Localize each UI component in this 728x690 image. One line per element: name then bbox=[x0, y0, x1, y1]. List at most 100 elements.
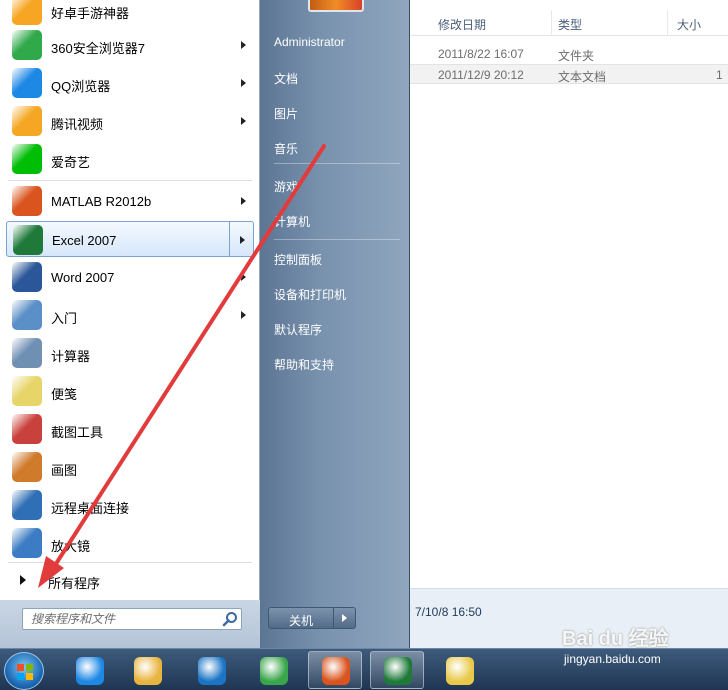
places-label: 文档 bbox=[274, 72, 299, 86]
places-label: 设备和打印机 bbox=[274, 288, 347, 302]
start-button[interactable] bbox=[4, 652, 44, 690]
program-item[interactable]: 放大镜 bbox=[6, 525, 254, 561]
row-type: 文件夹 bbox=[558, 49, 595, 63]
ie-icon bbox=[76, 657, 104, 685]
program-item[interactable]: 爱奇艺 bbox=[6, 141, 254, 177]
places-item[interactable]: 默认程序 bbox=[266, 313, 406, 343]
column-type[interactable]: 类型 bbox=[558, 16, 582, 33]
submenu-arrow-icon bbox=[241, 79, 246, 87]
taskbar-app-button[interactable] bbox=[120, 651, 174, 689]
program-item[interactable]: 360安全浏览器7 bbox=[6, 27, 254, 63]
submenu-arrow-icon bbox=[241, 311, 246, 319]
notepad-icon bbox=[446, 657, 474, 685]
program-item[interactable]: 计算器 bbox=[6, 335, 254, 371]
submenu-arrow-icon bbox=[241, 41, 246, 49]
row-date: 2011/12/9 20:12 bbox=[438, 68, 524, 82]
places-item[interactable]: 设备和打印机 bbox=[266, 278, 406, 308]
excel-icon bbox=[13, 225, 43, 255]
places-label: 游戏 bbox=[274, 180, 299, 194]
places-label: 音乐 bbox=[274, 142, 299, 156]
shutdown-options-button[interactable] bbox=[334, 607, 356, 629]
places-item[interactable]: 图片 bbox=[266, 97, 406, 127]
column-size[interactable]: 大小 bbox=[677, 16, 701, 33]
search-bar bbox=[0, 600, 260, 648]
matlab-icon bbox=[12, 186, 42, 216]
program-item[interactable]: 腾讯视频 bbox=[6, 103, 254, 139]
submenu-arrow-icon bbox=[241, 117, 246, 125]
kugou-icon bbox=[198, 657, 226, 685]
sticky-notes-icon bbox=[12, 376, 42, 406]
all-programs-label: 所有程序 bbox=[48, 576, 101, 591]
program-item[interactable]: 便笺 bbox=[6, 373, 254, 409]
file-explorer-icon bbox=[134, 657, 162, 685]
shutdown-button[interactable]: 关机 bbox=[268, 607, 334, 629]
qq-browser-icon bbox=[12, 68, 42, 98]
places-label: Administrator bbox=[274, 35, 345, 49]
taskbar-app-button[interactable] bbox=[62, 651, 116, 689]
places-pane: Administrator 文档图片音乐游戏计算机控制面板设备和打印机 默认程序帮助… bbox=[260, 0, 410, 648]
places-separator bbox=[274, 239, 400, 240]
program-label: 画图 bbox=[51, 463, 78, 478]
user-picture[interactable] bbox=[308, 0, 364, 12]
table-row[interactable]: 2011/12/9 20:12 文本文档 1 bbox=[405, 64, 728, 84]
places-item[interactable]: 音乐 bbox=[266, 132, 406, 162]
program-label: 好卓手游神器 bbox=[51, 6, 130, 21]
browser-360-icon bbox=[260, 657, 288, 685]
paint-icon bbox=[12, 452, 42, 482]
row-type: 文本文档 bbox=[558, 70, 607, 84]
places-item[interactable]: 控制面板 bbox=[266, 243, 406, 273]
submenu-arrow-icon bbox=[241, 273, 246, 281]
browser-360-icon bbox=[12, 30, 42, 60]
submenu-arrow-icon bbox=[241, 197, 246, 205]
program-label: Excel 2007 bbox=[52, 233, 117, 248]
places-item[interactable]: 游戏 bbox=[266, 170, 406, 200]
details-date: 7/10/8 16:50 bbox=[415, 605, 482, 619]
program-item[interactable]: QQ浏览器 bbox=[6, 65, 254, 101]
places-item[interactable]: 计算机 bbox=[266, 205, 406, 235]
taskbar-app-button[interactable] bbox=[370, 651, 424, 689]
program-label: 360安全浏览器7 bbox=[51, 41, 145, 56]
program-item[interactable]: 截图工具 bbox=[6, 411, 254, 447]
program-item[interactable]: 远程桌面连接 bbox=[6, 487, 254, 523]
places-item[interactable]: 帮助和支持 bbox=[266, 348, 406, 378]
program-item[interactable]: 入门 bbox=[6, 297, 254, 333]
places-label: 默认程序 bbox=[274, 323, 323, 337]
places-label: 帮助和支持 bbox=[274, 358, 335, 372]
programs-pane: 好卓手游神器 360安全浏览器7 QQ浏览器 腾讯视频 爱奇艺 MATLAB R2012b… bbox=[0, 0, 260, 600]
all-programs-button[interactable]: 所有程序 bbox=[6, 567, 254, 593]
program-item[interactable]: Word 2007 bbox=[6, 259, 254, 295]
snipping-tool-icon bbox=[12, 414, 42, 444]
program-item[interactable]: 好卓手游神器 bbox=[6, 0, 254, 28]
taskbar-app-button[interactable] bbox=[432, 651, 486, 689]
calculator-icon bbox=[12, 338, 42, 368]
program-item[interactable]: MATLAB R2012b bbox=[6, 183, 254, 219]
word-icon bbox=[12, 262, 42, 292]
search-icon[interactable] bbox=[222, 611, 238, 627]
explorer-window: 修改日期 类型 大小 2011/8/22 16:07 文件夹 2011/12/9… bbox=[405, 0, 728, 648]
places-label: 控制面板 bbox=[274, 253, 323, 267]
row-size: 1 bbox=[716, 68, 723, 82]
places-label: 图片 bbox=[274, 107, 299, 121]
program-item[interactable]: 画图 bbox=[6, 449, 254, 485]
getting-started-icon bbox=[12, 300, 42, 330]
shutdown-label: 关机 bbox=[288, 614, 313, 628]
program-label: 远程桌面连接 bbox=[51, 501, 130, 516]
places-item[interactable]: Administrator bbox=[266, 27, 406, 57]
taskbar-app-button[interactable] bbox=[184, 651, 238, 689]
submenu-arrow-icon bbox=[240, 236, 245, 244]
excel-icon bbox=[384, 657, 412, 685]
program-item[interactable]: Excel 2007 bbox=[6, 221, 254, 257]
places-item[interactable]: 文档 bbox=[266, 62, 406, 92]
iqiyi-icon bbox=[12, 144, 42, 174]
taskbar-app-button[interactable] bbox=[246, 651, 300, 689]
program-label: MATLAB R2012b bbox=[51, 194, 152, 209]
row-date: 2011/8/22 16:07 bbox=[438, 47, 524, 61]
taskbar-app-button[interactable] bbox=[308, 651, 362, 689]
table-row[interactable]: 2011/8/22 16:07 文件夹 bbox=[405, 44, 728, 64]
program-label: 截图工具 bbox=[51, 425, 104, 440]
column-date-modified[interactable]: 修改日期 bbox=[438, 16, 486, 33]
remote-desktop-icon bbox=[12, 490, 42, 520]
program-label: 便笺 bbox=[51, 387, 78, 402]
places-label: 计算机 bbox=[274, 215, 311, 229]
search-input[interactable] bbox=[22, 608, 242, 630]
